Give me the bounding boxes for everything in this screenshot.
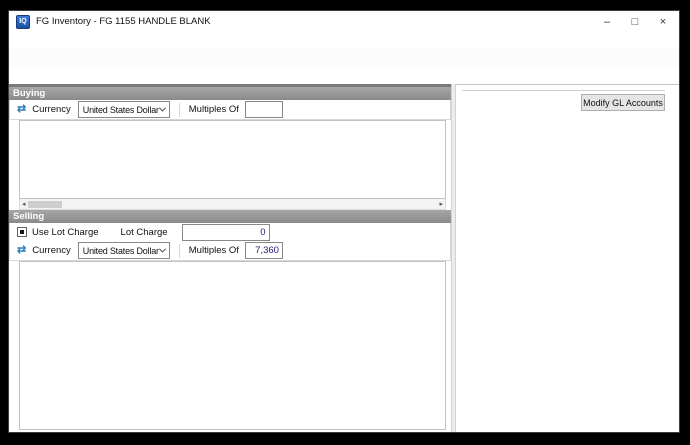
buying-currency-label: Currency [32,104,71,115]
selling-grid [19,261,446,430]
lot-charge-label: Lot Charge [121,227,168,238]
app-window: IQ FG Inventory - FG 1155 HANDLE BLANK –… [8,10,680,433]
selling-currency-label: Currency [32,245,71,256]
buying-toolbar: ⇄ Currency United States Dollar Multiple… [9,100,451,120]
modify-gl-accounts-button[interactable]: Modify GL Accounts [581,94,665,111]
details-pane: Modify GL Accounts [456,84,679,432]
buying-multiples-input[interactable] [245,101,283,118]
buying-multiples-label: Multiples Of [189,104,239,115]
minimize-button[interactable]: – [593,12,621,31]
close-button[interactable]: × [649,12,677,31]
selling-multiples-label: Multiples Of [189,245,239,256]
scroll-left-icon[interactable]: ◂ [22,200,26,208]
scroll-right-icon[interactable]: ▸ [439,200,443,208]
use-lot-charge-label: Use Lot Charge [32,227,99,238]
buying-currency-select[interactable]: United States Dollar [78,101,170,118]
pricing-pane: Buying ⇄ Currency United States Dollar M… [9,84,451,432]
currency-icon: ⇄ [17,104,26,115]
buying-grid-hscrollbar[interactable]: ◂ ▸ [19,199,446,210]
toolbar-separator [179,244,180,258]
selling-toolbar: ⇄ Currency United States Dollar Multiple… [9,241,451,261]
section-divider [462,90,665,91]
window-title: FG Inventory - FG 1155 HANDLE BLANK [36,16,211,27]
selling-currency-select[interactable]: United States Dollar [78,242,170,259]
selling-section-header: Selling [9,210,451,223]
main-toolbar [9,48,679,67]
tab-bar [9,67,679,84]
title-bar: IQ FG Inventory - FG 1155 HANDLE BLANK –… [9,11,679,32]
hscroll-thumb[interactable] [28,201,62,208]
chevron-down-icon [159,246,166,253]
buying-grid [19,120,446,199]
buying-section-header: Buying [9,87,451,100]
use-lot-charge-checkbox[interactable] [17,227,27,237]
chevron-down-icon [159,105,166,112]
lot-charge-row: Use Lot Charge Lot Charge 0 [9,223,451,241]
app-icon: IQ [16,15,30,29]
maximize-button[interactable]: □ [621,12,649,31]
currency-icon: ⇄ [17,245,26,256]
menu-bar [9,32,679,48]
selling-multiples-input[interactable]: 7,360 [245,242,283,259]
toolbar-separator [179,103,180,117]
lot-charge-input[interactable]: 0 [182,224,270,241]
